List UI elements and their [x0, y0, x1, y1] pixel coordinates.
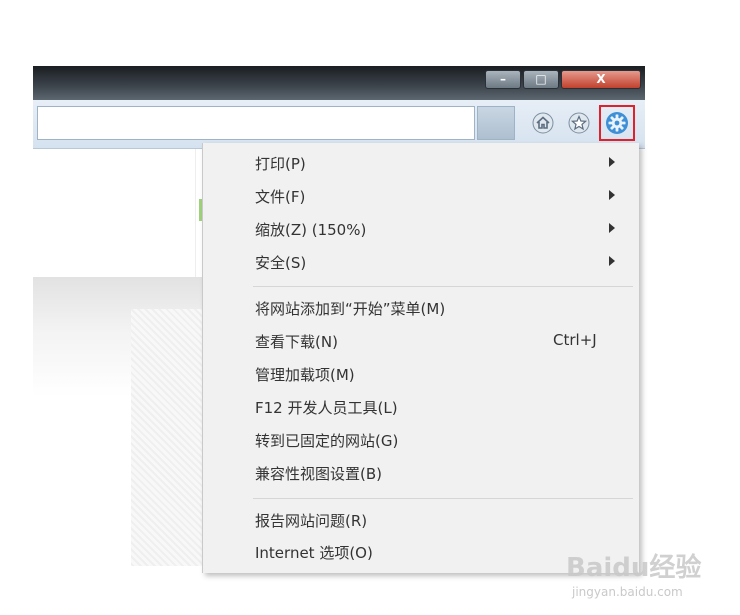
submenu-arrow-icon: [609, 256, 615, 266]
menu-item-label: 打印(P): [255, 155, 306, 173]
home-icon[interactable]: [530, 110, 556, 136]
menu-item-label: 将网站添加到“开始”菜单(M): [255, 300, 446, 318]
watermark: Baidu经验 jingyan.baidu.com: [566, 535, 736, 605]
menu-item-label: 兼容性视图设置(B): [255, 465, 382, 483]
menu-item-add-to-start[interactable]: 将网站添加到“开始”菜单(M): [203, 293, 634, 323]
maximize-button[interactable]: □: [523, 70, 559, 89]
menu-item-print[interactable]: 打印(P): [203, 148, 634, 178]
menu-item-view-downloads[interactable]: 查看下载(N) Ctrl+J: [203, 326, 634, 356]
submenu-arrow-icon: [609, 223, 615, 233]
menu-separator: [253, 498, 633, 499]
menu-item-file[interactable]: 文件(F): [203, 181, 634, 211]
menu-item-label: 转到已固定的网站(G): [255, 432, 399, 450]
close-button[interactable]: X: [561, 70, 641, 89]
screenshot-stage: – □ X 打印(P) 文件(F) 缩放(Z) (150%) 安全(S) 将网站…: [0, 0, 740, 615]
menu-item-label: 安全(S): [255, 254, 307, 272]
menu-item-label: F12 开发人员工具(L): [255, 399, 398, 417]
page-texture: [131, 309, 211, 566]
address-bar[interactable]: [37, 106, 475, 140]
star-icon[interactable]: [566, 110, 592, 136]
content-divider: [195, 149, 196, 279]
menu-item-manage-addons[interactable]: 管理加载项(M): [203, 359, 634, 389]
menu-item-label: 文件(F): [255, 188, 306, 206]
menu-item-safety[interactable]: 安全(S): [203, 247, 634, 277]
watermark-url: jingyan.baidu.com: [572, 585, 683, 599]
menu-item-label: 缩放(Z) (150%): [255, 221, 367, 239]
menu-item-label: 管理加载项(M): [255, 366, 355, 384]
menu-item-compat-view[interactable]: 兼容性视图设置(B): [203, 458, 634, 488]
submenu-arrow-icon: [609, 190, 615, 200]
submenu-arrow-icon: [609, 157, 615, 167]
menu-item-zoom[interactable]: 缩放(Z) (150%): [203, 214, 634, 244]
tools-button-highlight[interactable]: [599, 105, 635, 141]
tools-dropdown-menu: 打印(P) 文件(F) 缩放(Z) (150%) 安全(S) 将网站添加到“开始…: [202, 143, 639, 573]
menu-item-label: Internet 选项(O): [255, 544, 373, 562]
minimize-button[interactable]: –: [485, 70, 521, 89]
menu-item-label: 查看下载(N): [255, 333, 338, 351]
menu-item-label: 报告网站问题(R): [255, 512, 368, 530]
menu-separator: [253, 286, 633, 287]
address-go-button[interactable]: [477, 106, 515, 140]
address-input[interactable]: [38, 107, 474, 139]
menu-item-shortcut: Ctrl+J: [553, 331, 597, 349]
menu-item-dev-tools[interactable]: F12 开发人员工具(L): [203, 392, 634, 422]
title-bar: – □ X: [33, 66, 645, 100]
gear-icon[interactable]: [605, 111, 629, 135]
menu-item-report-problem[interactable]: 报告网站问题(R): [203, 505, 634, 535]
watermark-brand: Baidu经验: [566, 553, 702, 583]
menu-item-pinned-sites[interactable]: 转到已固定的网站(G): [203, 425, 634, 455]
browser-toolbar: [33, 100, 645, 149]
